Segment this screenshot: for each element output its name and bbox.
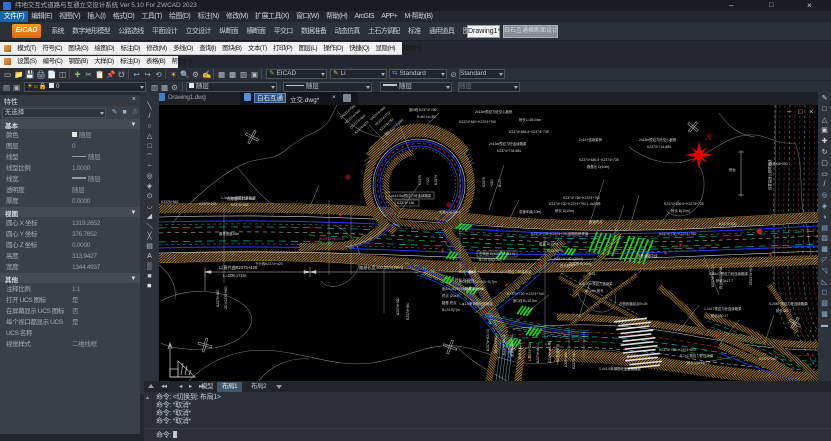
svg-text:K2374+580: K2374+580 [396, 297, 400, 315]
svg-text:路基长 D(10m): 路基长 D(10m) [587, 164, 609, 169]
svg-text:R=60 Ls=50: R=60 Ls=50 [417, 115, 436, 119]
svg-text:K2375+156: K2375+156 [397, 201, 415, 205]
svg-text:K2374+656.5~K2374+735: K2374+656.5~K2374+735 [664, 202, 704, 206]
svg-text:2x13m预应力砼空心板桥: 2x13m预应力砼空心板桥 [475, 109, 513, 114]
svg-text:K2374+580.5: K2374+580.5 [502, 335, 506, 355]
svg-text:K2374+480.0: K2374+480.0 [536, 343, 540, 363]
svg-text:K15: K15 [589, 272, 595, 276]
svg-text:K2374+656.5~K2374+735: K2374+656.5~K2374+735 [509, 130, 549, 134]
svg-text:K2375+163: K2375+163 [199, 202, 217, 206]
svg-text:匝道终点: 匝道终点 [589, 219, 603, 224]
svg-text:K2374+730~K2374+790 1-4x20桥: K2374+730~K2374+790 1-4x20桥 [549, 201, 601, 206]
svg-text:1-φ1.5米钢筋砼圆管涵: 1-φ1.5米钢筋砼圆管涵 [459, 301, 493, 306]
svg-text:5-7x3 预应力砼连续梁: 5-7x3 预应力砼连续梁 [680, 353, 714, 358]
svg-text:K2374+788~K2374+802: K2374+788~K2374+802 [659, 348, 696, 352]
svg-text:K2374+734.884: K2374+734.884 [497, 149, 521, 153]
svg-text:K2374: K2374 [434, 175, 438, 185]
svg-text:1-4x20m预应力连续梁: 1-4x20m预应力连续梁 [579, 281, 613, 286]
svg-text:改路基K2375+963: 改路基K2375+963 [227, 196, 255, 201]
svg-text:终点 (20x4): 终点 (20x4) [442, 293, 459, 298]
svg-text:变速车道(10m): 变速车道(10m) [519, 209, 541, 214]
svg-text:K(2375)+4: K(2375)+4 [547, 249, 563, 253]
svg-text:K2375+963: K2375+963 [161, 200, 179, 204]
svg-text:1-1x17预应力砼连续箱梁: 1-1x17预应力砼连续箱梁 [704, 306, 742, 311]
svg-text:BK2374+620: BK2374+620 [494, 333, 498, 353]
svg-text:以直代曲K2375+420: 以直代曲K2375+420 [219, 264, 258, 271]
svg-text:K2374+640~K2374+760: K2374+640~K2374+760 [459, 120, 496, 124]
svg-text:改线K0+000: 改线K0+000 [769, 161, 788, 166]
svg-text:下行线K2374+420: 下行线K2374+420 [255, 261, 283, 266]
svg-text:路基 终点: 路基 终点 [442, 300, 457, 305]
svg-text:路基长度400.06m(20m): 路基长度400.06m(20m) [359, 264, 404, 271]
svg-text:2x13+连续梁桥: 2x13+连续梁桥 [579, 137, 603, 142]
svg-text:K2375+020: K2375+020 [671, 245, 692, 250]
svg-text:匝B线 K2374+760: 匝B线 K2374+760 [409, 107, 437, 112]
svg-text:桥台: 桥台 [729, 167, 736, 172]
svg-text:K2375: K2375 [418, 175, 422, 185]
svg-text:K2375+880: K2375+880 [216, 289, 220, 307]
svg-text:N: N [705, 133, 712, 142]
svg-text:1-4x1.5米钢筋砼盖板涵通道: 1-4x1.5米钢筋砼盖板涵通道 [599, 366, 641, 371]
svg-text:B=24.5(7)m: B=24.5(7)m [442, 308, 460, 312]
svg-text:2x13m预应力砼空心板桥: 2x13m预应力砼空心板桥 [639, 137, 677, 142]
svg-text:K2374+705~K2374+751 1-6X16预应力砼: K2374+705~K2374+751 1-6X16预应力砼连续梁 [459, 269, 532, 274]
svg-text:匝道K2374+52: 匝道K2374+52 [509, 335, 514, 357]
svg-text:长链4 D(24)m: 长链4 D(24)m [439, 209, 460, 214]
svg-text:终点K2374+88: 终点K2374+88 [718, 267, 723, 289]
svg-text:桥长 D(10m): 桥长 D(10m) [555, 208, 574, 213]
svg-text:1-4x13.5m预应力砼连续箱梁: 1-4x13.5m预应力砼连续箱梁 [388, 193, 432, 198]
svg-text:桥长381.7: 桥长381.7 [776, 308, 791, 313]
svg-text:左侧匝道起点B=25: 左侧匝道起点B=25 [619, 301, 647, 306]
svg-text:K2374+740~(20x4): K2374+740~(20x4) [554, 257, 583, 261]
svg-text:K2374+766~K2374+792: K2374+766~K2374+792 [563, 196, 600, 200]
svg-text:5-20x7 预应力砼连续箱梁: 5-20x7 预应力砼连续箱梁 [769, 301, 808, 306]
svg-text:B=10.5m(10m): B=10.5m(10m) [479, 258, 502, 262]
svg-text:终点桩号: 终点桩号 [560, 263, 574, 268]
svg-text:匝道 D(10m): 匝道 D(10m) [539, 241, 558, 246]
svg-text:匝C线 B=10.5m: 匝C线 B=10.5m [513, 298, 537, 303]
svg-text:桥长3(2x34)7.7: 桥长3(2x34)7.7 [687, 360, 710, 365]
svg-text:+020: +020 [426, 177, 430, 185]
svg-text:K2374+560: K2374+560 [406, 302, 410, 320]
svg-text:B=8.5 K2374: B=8.5 K2374 [518, 339, 522, 359]
svg-text:ZD2374+900: ZD2374+900 [749, 265, 753, 285]
svg-text:K2375: K2375 [482, 177, 486, 187]
svg-text:L=108.171m: L=108.171m [223, 273, 247, 278]
svg-text:|K2374+620.5: |K2374+620.5 [319, 236, 345, 241]
svg-text:K2374+820: K2374+820 [719, 222, 737, 226]
svg-text:ZD K2375+860: ZD K2375+860 [224, 286, 228, 309]
svg-text:K2374+460.50: K2374+460.50 [548, 341, 552, 363]
svg-text:改移道路中线: 改移道路中线 [637, 253, 658, 258]
svg-text:匝D线K2374+040~D(7)m: 匝D线K2374+040~D(7)m [459, 279, 497, 284]
svg-text:K2374+705~K2374+791苗圃改移便道: K2374+705~K2374+791苗圃改移便道 [531, 231, 589, 236]
svg-text:B=10: B=10 [498, 179, 502, 187]
svg-text:路基宽度26m: 路基宽度26m [219, 231, 239, 236]
svg-text:桥长 B(10m): 桥长 B(10m) [671, 208, 690, 213]
svg-text:K2375+463: K2375+463 [231, 203, 249, 207]
svg-text:右侧匝 D(K2375+163.5): 右侧匝 D(K2375+163.5) [479, 251, 515, 256]
svg-text:LJ23+456: LJ23+456 [564, 352, 568, 367]
svg-text:K2374+860.21: K2374+860.21 [711, 265, 715, 287]
svg-text:2x13m预应力砼连续箱梁: 2x13m预应力砼连续箱梁 [489, 141, 527, 146]
svg-text:K2374+714.884: K2374+714.884 [647, 145, 671, 149]
svg-text:B=10m 桥长: B=10m 桥长 [585, 288, 604, 293]
svg-text:7521.62: 7521.62 [319, 242, 332, 246]
svg-text:匝A K2374+740~K2374+74: 匝A K2374+740~K2374+74 [442, 287, 483, 291]
svg-text:桥长L=26.04m: 桥长L=26.04m [519, 117, 541, 122]
svg-text:+480匝道终点: +480匝道终点 [555, 343, 560, 365]
svg-text:桥长580.17: 桥长580.17 [711, 313, 728, 318]
svg-text:K2374+720~K2374+760: K2374+720~K2374+760 [507, 292, 544, 296]
svg-text:K2374+440: K2374+440 [572, 351, 576, 369]
svg-text:K2374+646.5~K2374+735: K2374+646.5~K2374+735 [579, 158, 619, 162]
svg-text:K2375+040: K2375+040 [759, 357, 777, 361]
svg-text:K2374+600.00: K2374+600.00 [486, 329, 490, 351]
svg-text:+080: +080 [490, 179, 494, 187]
svg-text:K2374+730~K2374+790: K2374+730~K2374+790 [659, 232, 696, 236]
svg-text:LJ2374+234: LJ2374+234 [528, 342, 532, 361]
